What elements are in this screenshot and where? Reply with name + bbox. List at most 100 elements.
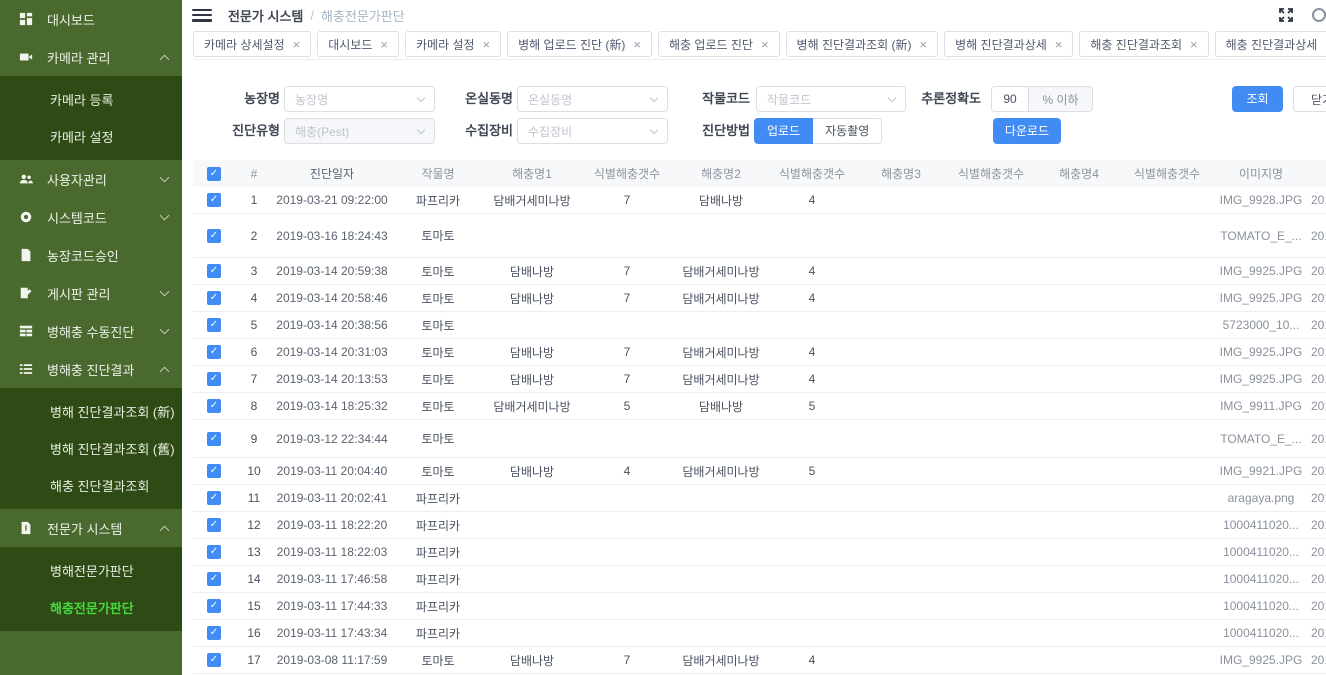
tab-close-icon[interactable]: ×: [633, 38, 641, 51]
tab[interactable]: 카메라 상세설정×: [193, 31, 311, 57]
tab[interactable]: 해충 업로드 진단×: [658, 31, 780, 57]
tab-label: 해충 진단결과조회: [1090, 36, 1182, 53]
column-header: 작물명: [393, 165, 483, 182]
row-checkbox[interactable]: ✓: [207, 193, 221, 207]
tab[interactable]: 병해 진단결과조회 (新)×: [786, 31, 939, 57]
sidebar-subitem[interactable]: 카메라 설정: [0, 118, 182, 155]
row-checkbox[interactable]: ✓: [207, 464, 221, 478]
cell-crop: 파프리카: [393, 625, 483, 642]
accuracy-input[interactable]: [991, 86, 1029, 112]
method-upload-button[interactable]: 업로드: [754, 118, 813, 144]
cell-cnt1: 5: [581, 399, 673, 413]
chevron-down-icon: [650, 93, 658, 101]
greenhouse-select[interactable]: 온실동명: [517, 86, 668, 112]
app-root: 대시보드카메라 관리카메라 등록카메라 설정사용자관리시스템코드농장코드승인게시…: [0, 0, 1326, 675]
download-button[interactable]: 다운로드: [993, 118, 1061, 144]
row-checkbox[interactable]: ✓: [207, 518, 221, 532]
sidebar-item[interactable]: 사용자관리: [0, 160, 182, 198]
table-row: ✓82019-03-14 18:25:32토마토담배거세미나방5담배나방5IMG…: [193, 393, 1326, 420]
crop-label: 작물코드: [672, 86, 750, 112]
row-checkbox[interactable]: ✓: [207, 572, 221, 586]
sidebar-subitem[interactable]: 병해전문가판단: [0, 552, 182, 589]
sidebar-item[interactable]: 농장코드승인: [0, 236, 182, 274]
chevron-down-icon: [160, 325, 170, 335]
row-checkbox[interactable]: ✓: [207, 318, 221, 332]
sidebar-subitem-active[interactable]: 해충전문가판단: [0, 589, 182, 626]
row-checkbox[interactable]: ✓: [207, 372, 221, 386]
row-checkbox[interactable]: ✓: [207, 264, 221, 278]
sidebar-item[interactable]: 카메라 관리: [0, 38, 182, 76]
row-checkbox-cell: ✓: [193, 345, 237, 359]
sidebar-subitem[interactable]: 카메라 등록: [0, 81, 182, 118]
manual-icon: [18, 323, 34, 339]
row-checkbox[interactable]: ✓: [207, 599, 221, 613]
row-checkbox[interactable]: ✓: [207, 491, 221, 505]
tab[interactable]: 대시보드×: [317, 31, 399, 57]
column-header: 식별해충갯수: [947, 165, 1035, 182]
tab[interactable]: 해충 진단결과상세×: [1215, 31, 1326, 57]
clipped-right-icon[interactable]: [1312, 8, 1326, 22]
close-button[interactable]: 닫기: [1293, 86, 1326, 112]
cell-date: 2019-03-14 20:13:53: [271, 372, 393, 386]
diagnosis-type-select[interactable]: 해충(Pest): [284, 118, 435, 144]
tab-close-icon[interactable]: ×: [293, 38, 301, 51]
cell-num: 15: [237, 599, 271, 613]
row-checkbox[interactable]: ✓: [207, 432, 221, 446]
filter-panel: 농장명 농장명 온실동명 온실동명 작물코드 작물코드 추론정확도 % 이하 조…: [182, 60, 1326, 160]
sidebar-item[interactable]: 게시판 관리: [0, 274, 182, 312]
cell-crop: 토마토: [393, 227, 483, 244]
row-checkbox[interactable]: ✓: [207, 291, 221, 305]
accuracy-label: 추론정확도: [898, 86, 981, 112]
tab[interactable]: 해충 진단결과조회 ×: [1079, 31, 1208, 57]
device-select[interactable]: 수집장비: [517, 118, 668, 144]
tab-close-icon[interactable]: ×: [761, 38, 769, 51]
sidebar-item[interactable]: 병해충 진단결과: [0, 350, 182, 388]
tab[interactable]: 카메라 설정 ×: [405, 31, 501, 57]
column-header: 해충명1: [483, 165, 581, 182]
cell-date: 2019-03-21 09:22:00: [271, 193, 393, 207]
tab-close-icon[interactable]: ×: [1190, 38, 1198, 51]
table-row: ✓12019-03-21 09:22:00파프리카담배거세미나방7담배나방4IM…: [193, 187, 1326, 214]
cell-extra: 2018: [1311, 193, 1326, 207]
sidebar-subitem[interactable]: 병해 진단결과조회 (新): [0, 393, 182, 430]
accuracy-group: % 이하: [991, 86, 1093, 112]
method-auto-button[interactable]: 자동촬영: [813, 118, 882, 144]
cell-extra: 2019: [1311, 572, 1326, 586]
cell-crop: 토마토: [393, 398, 483, 415]
sidebar-subitem[interactable]: 병해 진단결과조회 (舊): [0, 430, 182, 467]
select-all-checkbox[interactable]: ✓: [207, 167, 221, 181]
farm-select[interactable]: 농장명: [284, 86, 435, 112]
sidebar-item[interactable]: 전문가 시스템: [0, 509, 182, 547]
cell-pest1: 담배나방: [483, 463, 581, 480]
row-checkbox[interactable]: ✓: [207, 545, 221, 559]
sidebar-subitem[interactable]: 해충 진단결과조회: [0, 467, 182, 504]
cell-date: 2019-03-14 20:58:46: [271, 291, 393, 305]
row-checkbox[interactable]: ✓: [207, 229, 221, 243]
row-checkbox[interactable]: ✓: [207, 399, 221, 413]
sidebar-item[interactable]: 병해충 수동진단: [0, 312, 182, 350]
tab[interactable]: 병해 업로드 진단 (新)×: [507, 31, 652, 57]
tab-close-icon[interactable]: ×: [380, 38, 388, 51]
sidebar-item[interactable]: 시스템코드: [0, 198, 182, 236]
cell-date: 2019-03-12 22:34:44: [271, 432, 393, 446]
tab-close-icon[interactable]: ×: [1055, 38, 1063, 51]
row-checkbox[interactable]: ✓: [207, 345, 221, 359]
hamburger-icon[interactable]: [192, 9, 212, 22]
results-icon: [18, 361, 34, 377]
tab-close-icon[interactable]: ×: [483, 38, 491, 51]
cell-date: 2019-03-14 20:31:03: [271, 345, 393, 359]
cell-date: 2019-03-11 20:04:40: [271, 464, 393, 478]
tab-label: 카메라 설정: [416, 36, 475, 53]
crop-select[interactable]: 작물코드: [756, 86, 906, 112]
cell-image: 1000411020...: [1211, 545, 1311, 559]
sidebar-item[interactable]: 대시보드: [0, 0, 182, 38]
row-checkbox[interactable]: ✓: [207, 626, 221, 640]
tab[interactable]: 병해 진단결과상세×: [944, 31, 1073, 57]
fullscreen-icon[interactable]: [1278, 7, 1294, 23]
cell-extra: 2019: [1311, 599, 1326, 613]
row-checkbox[interactable]: ✓: [207, 653, 221, 667]
cell-extra: 2018: [1311, 464, 1326, 478]
search-button[interactable]: 조회: [1232, 86, 1283, 112]
tab-close-icon[interactable]: ×: [920, 38, 928, 51]
sidebar-submenu: 카메라 등록카메라 설정: [0, 76, 182, 160]
